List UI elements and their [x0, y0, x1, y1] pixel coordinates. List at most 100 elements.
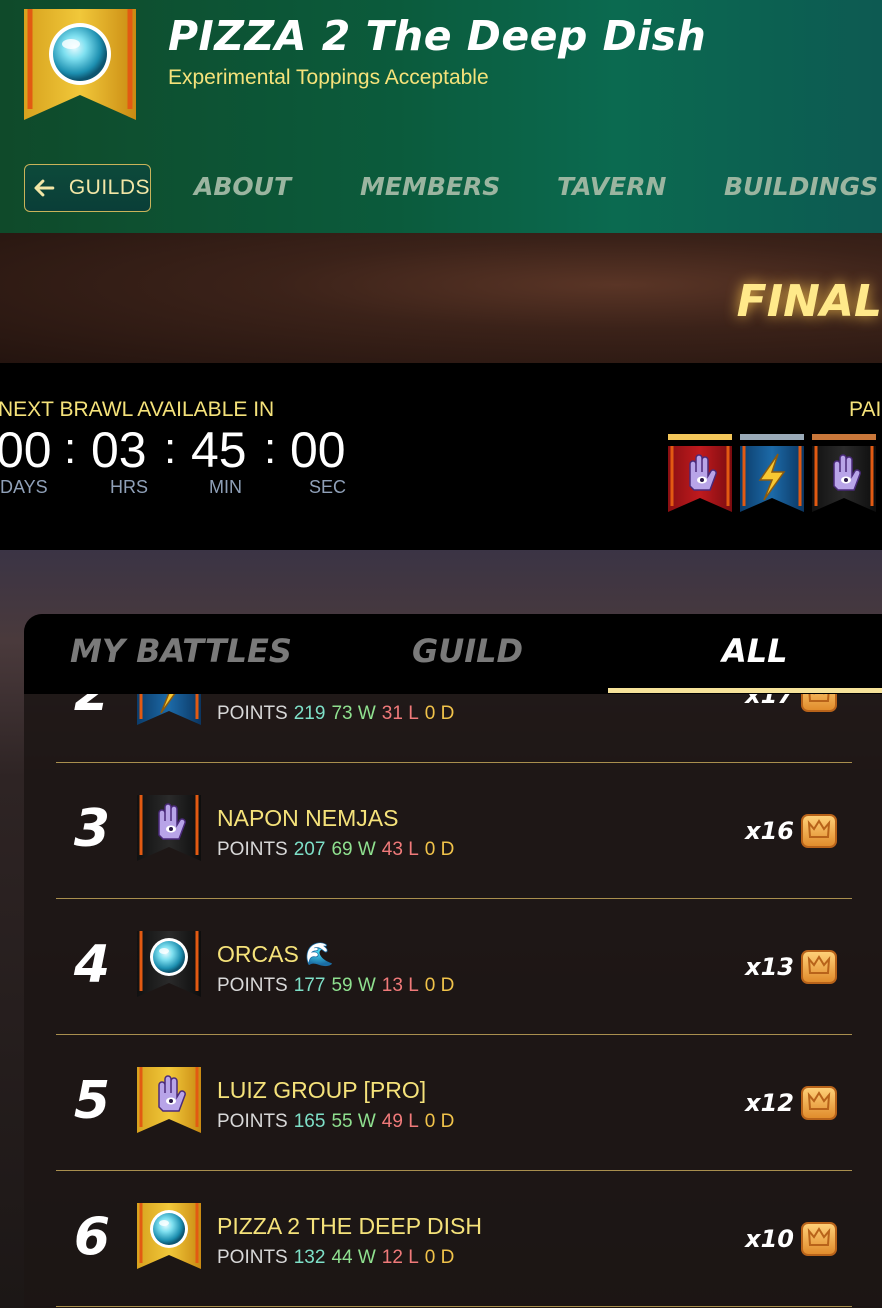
guild-stats: POINTS 207 69 W 43 L0 D [217, 839, 454, 861]
guild-name: PIZZA 2 THE DEEP DISH [217, 1213, 483, 1239]
guild-banner-icon [24, 9, 136, 120]
timer-separator: : [64, 424, 77, 473]
timer-hours-label: HRS [110, 477, 149, 497]
battle-tabs: MY BATTLES GUILD ALL [24, 614, 882, 694]
reward: x12 [745, 1083, 838, 1123]
battle-list[interactable]: 2 POINTS21973 W31 L0 D x17 3 [24, 694, 882, 1308]
losses: 12 L [381, 1247, 419, 1268]
reward-count: x17 [745, 694, 794, 709]
timer-separator: : [264, 424, 277, 473]
list-item[interactable]: 4 ORCAS 🌊 POINTS 177 59 W 13 L0 D x13 [56, 899, 852, 1035]
points-label: POINTS [217, 975, 288, 996]
next-brawl-label: NEXT BRAWL AVAILABLE IN [0, 398, 275, 421]
timer-days: 00 [0, 422, 52, 478]
reward-chest-icon [801, 1086, 837, 1120]
reward: x10 [745, 1219, 838, 1259]
tab-members[interactable]: MEMBERS [360, 172, 500, 201]
reward-count: x10 [745, 1225, 794, 1253]
timer-separator: : [164, 424, 177, 473]
points-value: 165 [293, 1111, 326, 1132]
draws: 0 D [424, 703, 455, 724]
losses: 31 L [381, 703, 419, 724]
points-label: POINTS [217, 1247, 288, 1268]
list-item[interactable]: 3 NAPON NEMJAS POINTS 207 69 W 43 L0 D x16 [56, 763, 852, 899]
reward-chest-icon [801, 694, 837, 712]
draws: 0 D [424, 975, 455, 996]
tab-guild[interactable]: GUILD [412, 632, 523, 670]
guild-motto: Experimental Toppings Acceptable [168, 66, 489, 89]
reward: x16 [745, 811, 838, 851]
list-item[interactable]: 5 LUIZ GROUP [PRO] POINTS 165 55 W 49 L0 D … [56, 1035, 852, 1171]
guild-banner-orb-icon [137, 1203, 201, 1269]
reward-chest-icon [801, 814, 837, 848]
guild-banner-hand-eye-icon [137, 1067, 201, 1133]
guild-stats: POINTS 165 55 W 49 L0 D [217, 1111, 454, 1133]
timer-days-label: DAYS [0, 477, 48, 497]
back-button-label: GUILDS [68, 176, 150, 199]
arrow-left-icon [34, 179, 55, 197]
list-item[interactable]: 6 PIZZA 2 THE DEEP DISH POINTS 132 44 W 12 … [56, 1171, 852, 1307]
reward: x13 [745, 947, 838, 987]
guild-name: NAPON NEMJAS [217, 805, 399, 831]
rank-number: 3 [73, 799, 111, 859]
battles-panel: MY BATTLES GUILD ALL 2 POINTS21973 W31 L… [24, 614, 882, 1308]
guild-banner-hand-eye-icon [137, 795, 201, 861]
tab-about[interactable]: ABOUT [194, 172, 291, 201]
draws: 0 D [424, 1111, 455, 1132]
rank-number: 4 [73, 935, 111, 995]
losses: 13 L [381, 975, 419, 996]
participant-banner-hand-eye-icon[interactable] [812, 446, 876, 512]
list-item[interactable]: 2 POINTS21973 W31 L0 D x17 [56, 694, 852, 763]
tab-tavern[interactable]: TAVERN [557, 172, 666, 201]
reward-count: x13 [745, 953, 794, 981]
guild-banner-lightning-icon [137, 694, 201, 725]
points-label: POINTS [217, 1111, 288, 1132]
guild-stats: POINTS 132 44 W 12 L0 D [217, 1247, 454, 1269]
active-tab-indicator [608, 688, 882, 693]
rank-number: 6 [73, 1207, 111, 1267]
participants-label: PAI [849, 398, 882, 421]
timer-minutes: 45 [191, 422, 247, 478]
wins: 69 W [331, 839, 376, 860]
guild-name: LUIZ GROUP [PRO] [217, 1077, 427, 1103]
wins: 73 W [331, 703, 376, 724]
guild-name: PIZZA 2 The Deep Dish [168, 12, 707, 60]
points-label: POINTS [217, 839, 288, 860]
rank-number: 5 [73, 1071, 111, 1131]
guild-name: ORCAS 🌊 [217, 941, 334, 967]
rank-number: 2 [70, 694, 114, 723]
reward-count: x16 [745, 817, 794, 845]
draws: 0 D [424, 1247, 455, 1268]
reward-chest-icon [801, 950, 837, 984]
timer-hours: 03 [91, 422, 147, 478]
draws: 0 D [424, 839, 455, 860]
guild-banner-orb-icon [137, 931, 201, 997]
back-to-guilds-button[interactable]: GUILDS [24, 164, 151, 212]
participant-bar [812, 434, 876, 440]
timer-minutes-label: MIN [209, 477, 242, 497]
points-value: 132 [293, 1247, 326, 1268]
losses: 43 L [381, 839, 419, 860]
points-value: 207 [293, 839, 326, 860]
timer-seconds-label: SEC [309, 477, 347, 497]
points-label: POINTS [217, 703, 288, 724]
guild-stats: POINTS 219 73 W 31 L0 D [217, 703, 454, 725]
reward-chest-icon [801, 1222, 837, 1256]
losses: 49 L [381, 1111, 419, 1132]
wins: 55 W [331, 1111, 376, 1132]
reward: x17 [745, 694, 838, 715]
timer-seconds: 00 [290, 422, 346, 478]
brawl-title: FINAL [736, 276, 882, 327]
guild-stats: POINTS 177 59 W 13 L0 D [217, 975, 454, 997]
participant-banner-lightning-icon[interactable] [740, 446, 804, 512]
participant-banner-hand-eye-icon[interactable] [668, 446, 732, 512]
participant-bar [740, 434, 804, 440]
tab-all[interactable]: ALL [722, 632, 788, 670]
tab-my-battles[interactable]: MY BATTLES [70, 632, 292, 670]
wins: 44 W [331, 1247, 376, 1268]
reward-count: x12 [745, 1089, 794, 1117]
tab-buildings[interactable]: BUILDINGS [724, 172, 878, 201]
points-value: 177 [293, 975, 326, 996]
points-value: 219 [293, 703, 326, 724]
wins: 59 W [331, 975, 376, 996]
